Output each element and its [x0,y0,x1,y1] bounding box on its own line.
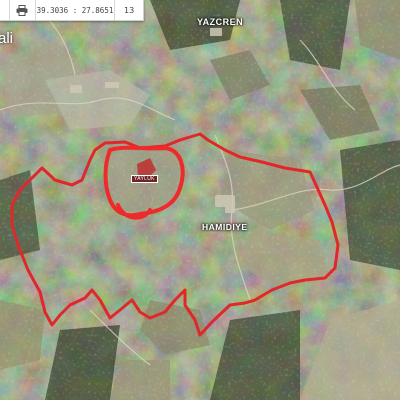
satellite-map[interactable] [0,0,400,400]
print-button[interactable] [10,0,36,20]
mine-marker-label: YAYLUK [131,175,158,183]
terrain-speckle [0,0,400,400]
toolbar-spacer [0,0,10,20]
partial-place-label: ali [0,30,14,47]
village-label-yazcren: YAZCREN [197,17,244,27]
coordinate-readout: 39.3036 : 27.8651 [36,0,116,20]
map-toolbar: 39.3036 : 27.8651 13 [0,0,144,21]
zoom-level: 13 [124,5,135,15]
printer-icon [16,1,28,20]
village-label-hamidiye: HAMIDIYE [202,222,248,232]
